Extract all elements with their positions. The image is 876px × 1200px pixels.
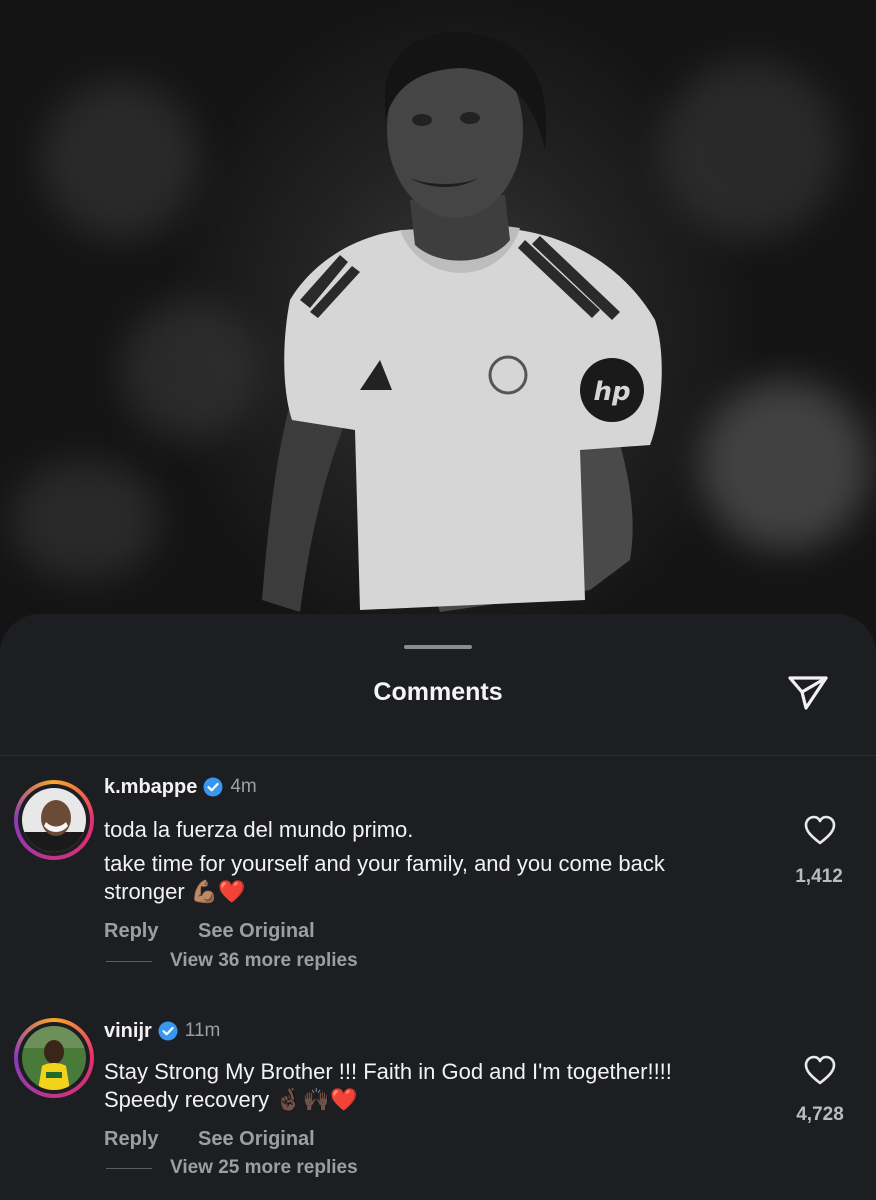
comment-actions: Reply See Original <box>104 1128 349 1151</box>
paper-plane-icon[interactable] <box>784 670 832 714</box>
comment-text-line: stronger <box>104 879 185 904</box>
comment-actions: Reply See Original <box>104 920 349 943</box>
comment-text-line: take time for yourself and your family, … <box>104 851 665 876</box>
comment-text-line: toda la fuerza del mundo primo. <box>104 817 414 842</box>
comment-time: 11m <box>184 1020 221 1041</box>
sheet-title: Comments <box>373 678 503 706</box>
verified-badge-icon <box>158 1021 178 1041</box>
view-more-replies[interactable]: View 36 more replies <box>106 950 358 972</box>
like-count: 4,728 <box>796 1104 844 1125</box>
post-photo: hp <box>0 0 876 660</box>
see-original-button[interactable]: See Original <box>198 1128 315 1150</box>
avatar[interactable] <box>14 780 94 860</box>
heart-icon[interactable] <box>803 814 837 846</box>
comment-text-last: stronger 💪🏽❤️ <box>104 876 246 908</box>
verified-badge-icon <box>203 777 223 797</box>
comment-text-last: Speedy recovery 🤞🏿🙌🏿❤️ <box>104 1084 357 1116</box>
comment-text-line: Speedy recovery <box>104 1087 270 1112</box>
replies-line <box>106 1167 152 1169</box>
profile-picture <box>22 788 86 852</box>
replies-line <box>106 960 152 962</box>
view-more-replies-label: View 25 more replies <box>170 1157 358 1178</box>
reply-button[interactable]: Reply <box>104 920 158 942</box>
comment-username[interactable]: vinijr <box>104 1020 152 1043</box>
comments-sheet: Comments k.mbappe 4m toda la fuerza del … <box>0 614 876 1200</box>
svg-text:hp: hp <box>593 377 630 407</box>
comment-username[interactable]: k.mbappe <box>104 776 197 799</box>
profile-picture <box>22 1026 86 1090</box>
comment-time: 4m <box>230 776 257 797</box>
reply-button[interactable]: Reply <box>104 1128 158 1150</box>
heart-icon[interactable] <box>803 1054 837 1086</box>
avatar[interactable] <box>14 1018 94 1098</box>
comment-emojis: 💪🏽❤️ <box>190 880 246 905</box>
comment-text-line: Stay Strong My Brother !!! Faith in God … <box>104 1059 672 1084</box>
player-figure: hp <box>262 32 662 612</box>
drag-handle[interactable] <box>404 645 472 649</box>
view-more-replies-label: View 36 more replies <box>170 950 358 971</box>
like-count: 1,412 <box>795 866 843 887</box>
comment-emojis: 🤞🏿🙌🏿❤️ <box>275 1088 358 1113</box>
view-more-replies[interactable]: View 25 more replies <box>106 1157 358 1179</box>
header-divider <box>0 755 876 756</box>
see-original-button[interactable]: See Original <box>198 920 315 942</box>
